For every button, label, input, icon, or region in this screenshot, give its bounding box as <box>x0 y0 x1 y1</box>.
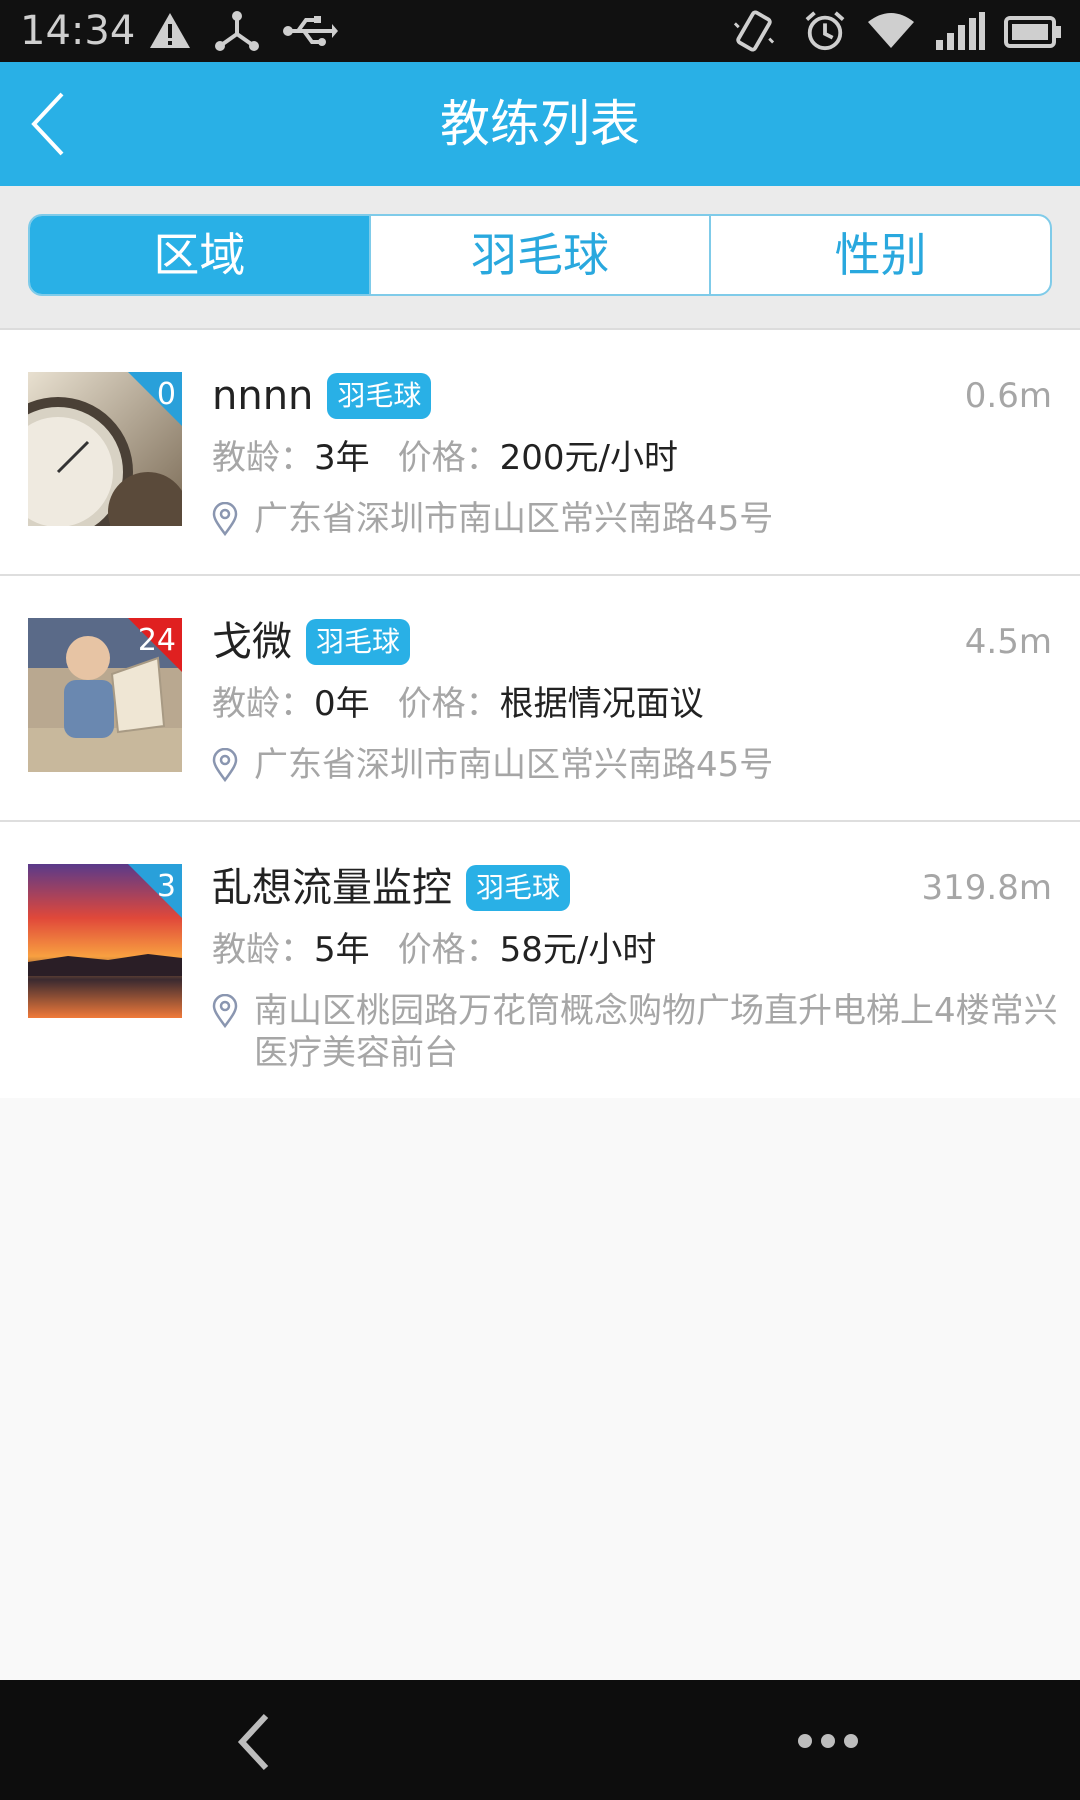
sport-tag: 羽毛球 <box>466 865 571 911</box>
address-text: 广东省深圳市南山区常兴南路45号 <box>254 499 774 539</box>
experience-label: 教龄： <box>212 684 314 724</box>
price-value: 根据情况面议 <box>499 684 704 724</box>
coach-distance: 319.8m <box>921 868 1052 908</box>
coach-avatar: 24 <box>28 618 182 772</box>
coach-list-item[interactable]: 3 乱想流量监控 羽毛球 319.8m 教龄：5年 价格：58元/小时 南山区桃园… <box>0 822 1080 1098</box>
coach-count-badge: 0 <box>156 377 176 412</box>
system-nav-bar <box>0 1680 1080 1800</box>
coach-name-row: 乱想流量监控 羽毛球 <box>212 860 571 916</box>
experience-value: 5年 <box>314 930 370 970</box>
location-pin-icon <box>212 502 238 536</box>
coach-distance: 4.5m <box>964 622 1052 662</box>
experience-value: 0年 <box>314 684 370 724</box>
location-pin-icon <box>212 994 238 1028</box>
signal-icon <box>936 12 985 50</box>
address-text: 广东省深圳市南山区常兴南路45号 <box>254 745 774 785</box>
title-bar: 教练列表 <box>0 62 1080 186</box>
coach-avatar: 3 <box>28 864 182 1018</box>
experience-value: 3年 <box>314 438 370 478</box>
coach-list-item[interactable]: 24 戈微 羽毛球 4.5m 教龄：0年 价格：根据情况面议 广东省深圳市南山区常… <box>0 576 1080 822</box>
sport-tag: 羽毛球 <box>306 619 411 665</box>
coach-list-item[interactable]: 0 nnnn 羽毛球 0.6m 教龄：3年 价格：200元/小时 广东省深圳市南山… <box>0 330 1080 576</box>
price-value: 58元/小时 <box>499 930 657 970</box>
battery-icon <box>1004 16 1061 48</box>
coach-list: 0 nnnn 羽毛球 0.6m 教龄：3年 价格：200元/小时 广东省深圳市南山… <box>0 330 1080 1098</box>
coach-count-badge: 3 <box>156 869 176 904</box>
address-text: 南山区桃园路万花筒概念购物广场直升电梯上4楼常兴医疗美容前台 <box>254 991 1058 1073</box>
page-title: 教练列表 <box>440 95 640 153</box>
coach-avatar: 0 <box>28 372 182 526</box>
experience-label: 教龄： <box>212 438 314 478</box>
coach-info: 教龄：0年 价格：根据情况面议 <box>212 680 704 728</box>
more-options-icon[interactable] <box>796 1732 860 1750</box>
share-icon <box>215 11 259 51</box>
coach-distance: 0.6m <box>964 376 1052 416</box>
status-bar: 14:34 <box>0 0 1080 62</box>
status-time: 14:34 <box>20 8 136 54</box>
alarm-icon <box>805 11 845 51</box>
price-value: 200元/小时 <box>499 438 678 478</box>
coach-name: nnnn <box>212 373 314 419</box>
usb-icon <box>283 16 338 46</box>
filter-tabs: 区域 羽毛球 性别 <box>28 214 1052 296</box>
experience-label: 教龄： <box>212 930 314 970</box>
nav-back-icon[interactable] <box>234 1712 274 1772</box>
vibrate-icon <box>733 10 775 52</box>
coach-name-row: 戈微 羽毛球 <box>212 614 411 670</box>
coach-count-badge: 24 <box>137 623 176 658</box>
filter-bar: 区域 羽毛球 性别 <box>0 186 1080 330</box>
location-pin-icon <box>212 748 238 782</box>
coach-name-row: nnnn 羽毛球 <box>212 368 432 424</box>
coach-name: 乱想流量监控 <box>212 865 452 911</box>
price-label: 价格： <box>397 684 500 724</box>
tab-region[interactable]: 区域 <box>30 216 371 294</box>
coach-name: 戈微 <box>212 619 292 665</box>
tab-sport[interactable]: 羽毛球 <box>371 216 712 294</box>
wifi-icon <box>868 13 914 48</box>
warning-icon <box>150 13 190 48</box>
coach-info: 教龄：3年 价格：200元/小时 <box>212 434 678 482</box>
sport-tag: 羽毛球 <box>327 373 432 419</box>
tab-gender[interactable]: 性别 <box>711 216 1050 294</box>
price-label: 价格： <box>397 438 500 478</box>
price-label: 价格： <box>397 930 500 970</box>
coach-info: 教龄：5年 价格：58元/小时 <box>212 926 656 974</box>
